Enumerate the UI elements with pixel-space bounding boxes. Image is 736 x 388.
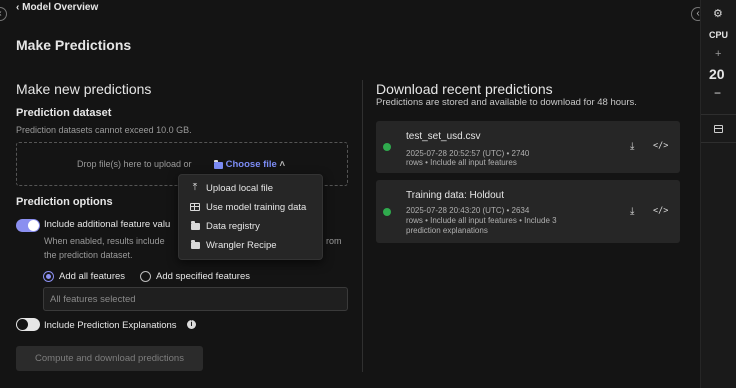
- chevron-up-icon: ˄: [279, 159, 286, 170]
- code-icon[interactable]: </>: [653, 141, 668, 151]
- menu-item-training-data[interactable]: Use model training data: [179, 198, 324, 217]
- choose-file-label: Choose file: [225, 159, 277, 170]
- folder-icon: [190, 221, 200, 231]
- rail-divider: [701, 114, 736, 115]
- folder-icon: [190, 240, 200, 250]
- cpu-decrease-button[interactable]: −: [714, 86, 721, 100]
- section-title-recent: Download recent predictions: [376, 81, 553, 97]
- radio-all-label: Add all features: [59, 271, 126, 282]
- success-check-icon: [383, 143, 391, 151]
- include-features-toggle[interactable]: [16, 219, 40, 232]
- features-input-value: All features selected: [50, 294, 136, 305]
- table-icon: [190, 202, 200, 212]
- upload-icon: ⤒: [192, 182, 198, 193]
- back-link-label: Model Overview: [22, 2, 99, 13]
- options-title: Prediction options: [16, 196, 113, 208]
- section-title-new: Make new predictions: [16, 81, 152, 97]
- download-icon[interactable]: ⤓: [630, 206, 634, 217]
- recent-subtitle: Predictions are stored and available to …: [376, 97, 637, 108]
- collapse-left-icon[interactable]: ‹: [0, 7, 7, 21]
- prediction-name: Training data: Holdout: [406, 190, 505, 201]
- dataset-hint: Prediction datasets cannot exceed 10.0 G…: [16, 125, 192, 135]
- cpu-increase-button[interactable]: +: [715, 48, 721, 60]
- cpu-label: CPU: [709, 30, 729, 40]
- menu-item-label: Use model training data: [206, 202, 307, 213]
- cpu-value: 20: [709, 66, 725, 82]
- prediction-name: test_set_usd.csv: [406, 131, 481, 142]
- prediction-meta: prediction explanations: [406, 226, 488, 235]
- rail-divider: [701, 142, 736, 143]
- radio-all-features[interactable]: [43, 271, 54, 282]
- folder-icon: [213, 159, 223, 169]
- resource-rail: ⚙ CPU + 20 −: [700, 0, 736, 388]
- radio-specified-label: Add specified features: [156, 271, 251, 282]
- menu-item-wrangler-recipe[interactable]: Wrangler Recipe: [179, 236, 324, 255]
- include-features-desc: When enabled, results include: [44, 236, 165, 246]
- menu-item-label: Wrangler Recipe: [206, 240, 277, 251]
- compute-download-button[interactable]: Compute and download predictions: [16, 346, 203, 371]
- info-icon[interactable]: i: [187, 320, 196, 329]
- page-title: Make Predictions: [16, 37, 132, 53]
- features-input[interactable]: All features selected: [43, 287, 348, 311]
- menu-item-label: Data registry: [206, 221, 260, 232]
- success-check-icon: [383, 208, 391, 216]
- explanations-toggle[interactable]: [16, 318, 40, 331]
- menu-item-upload[interactable]: ⤒ Upload local file: [179, 179, 324, 198]
- code-icon[interactable]: </>: [653, 206, 668, 216]
- gear-icon[interactable]: ⚙: [713, 7, 723, 20]
- menu-item-data-registry[interactable]: Data registry: [179, 217, 324, 236]
- storage-icon[interactable]: [714, 125, 723, 133]
- choose-file-menu: ⤒ Upload local file Use model training d…: [178, 174, 323, 260]
- radio-specified-features[interactable]: [140, 271, 151, 282]
- prediction-card: test_set_usd.csv 2025-07-28 20:52:57 (UT…: [376, 121, 680, 173]
- dataset-label: Prediction dataset: [16, 107, 112, 119]
- menu-item-label: Upload local file: [206, 183, 274, 194]
- choose-file-button[interactable]: Choose file ˄: [213, 159, 285, 170]
- prediction-meta: rows • Include all input features: [406, 158, 517, 167]
- include-features-label: Include additional feature valu: [44, 219, 171, 230]
- column-divider: [362, 80, 363, 372]
- explanations-label: Include Prediction Explanations: [44, 320, 177, 331]
- download-icon[interactable]: ⤓: [630, 141, 634, 152]
- include-features-desc-2: the prediction dataset.: [44, 250, 133, 260]
- prediction-card: Training data: Holdout 2025-07-28 20:43:…: [376, 180, 680, 243]
- include-features-desc-tail: rom: [326, 236, 342, 246]
- drop-text: Drop file(s) here to upload or: [77, 159, 192, 169]
- back-link[interactable]: ‹ Model Overview: [16, 2, 98, 13]
